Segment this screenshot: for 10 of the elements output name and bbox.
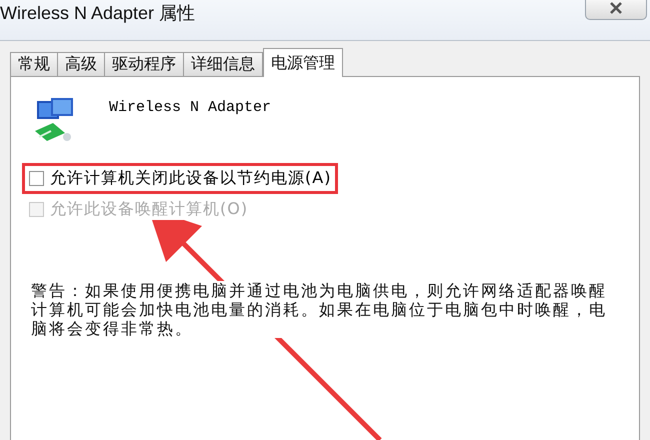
tab[interactable]: 驱动程序 [104, 52, 184, 76]
device-name: Wireless N Adapter [109, 99, 272, 116]
close-icon [609, 2, 623, 14]
tab[interactable]: 常规 [10, 52, 58, 76]
tab[interactable]: 详细信息 [183, 52, 263, 76]
close-button[interactable] [585, 0, 647, 20]
tab[interactable]: 电源管理 [263, 48, 343, 77]
checkbox-option[interactable]: 允许计算机关闭此设备以节约电源(A) [22, 163, 338, 194]
tab[interactable]: 高级 [57, 52, 105, 76]
window-title: Wireless N Adapter 属性 [0, 2, 196, 25]
